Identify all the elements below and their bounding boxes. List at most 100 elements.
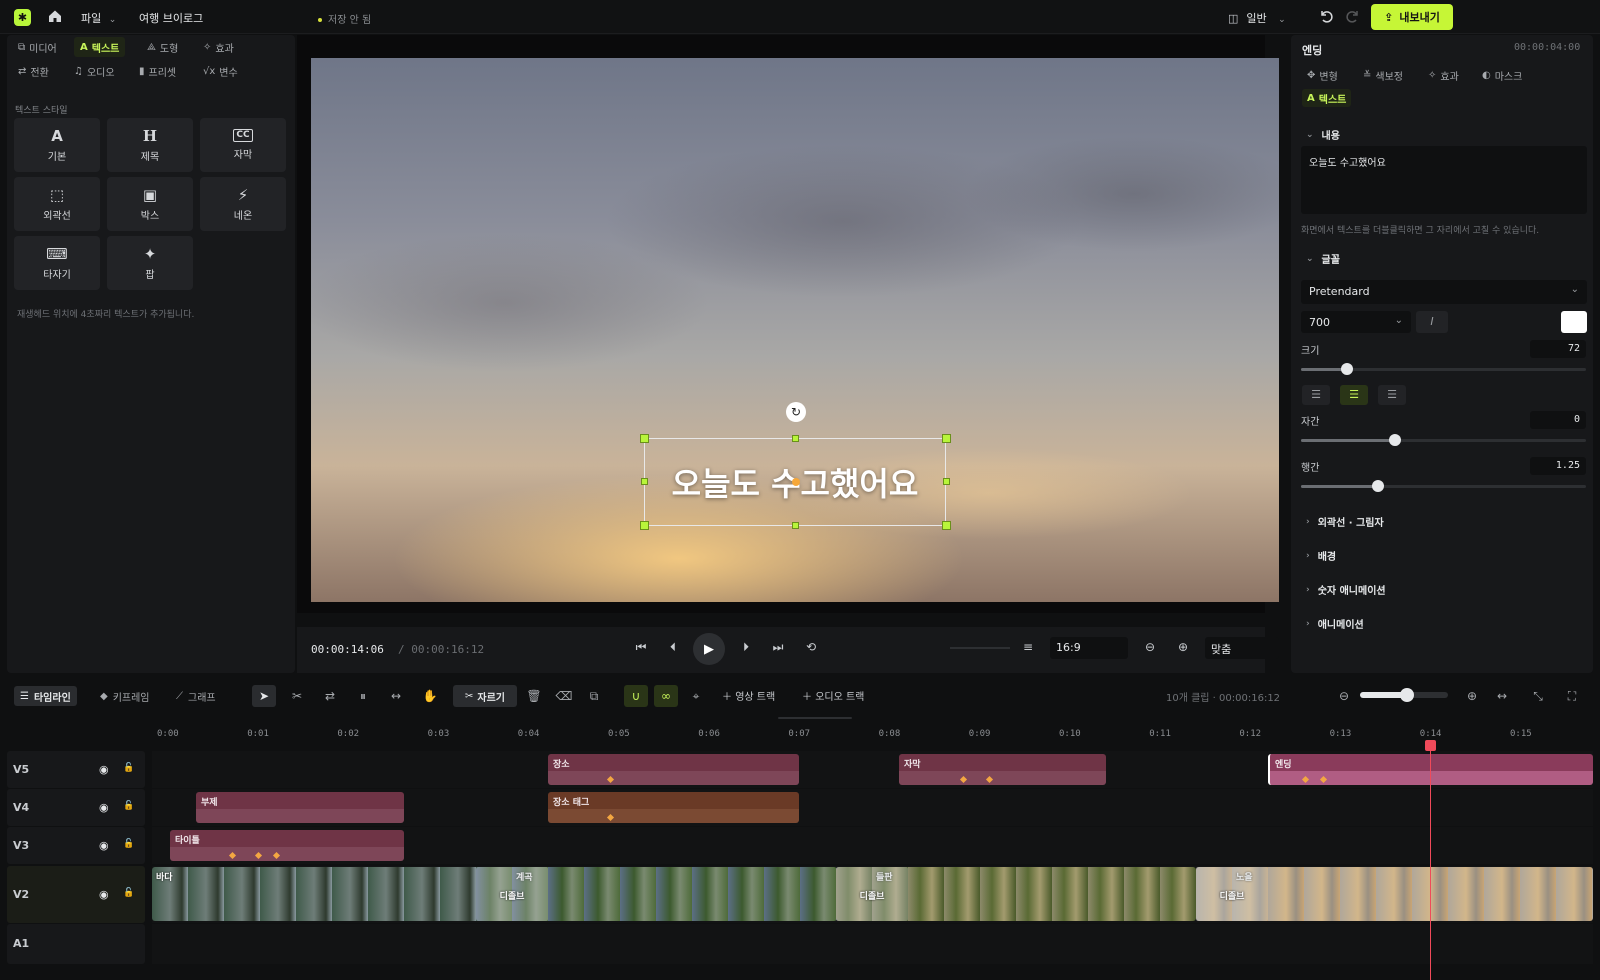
transition-dissolve-1[interactable]: 디졸브 xyxy=(476,867,548,921)
aspect-ratio-select[interactable]: 16:9 xyxy=(1050,637,1128,659)
resize-handle-br[interactable] xyxy=(942,521,951,530)
tab-effect[interactable]: ✧ 효과 xyxy=(197,37,240,57)
razor-tool-icon[interactable]: ✂ xyxy=(285,685,309,707)
content-textarea[interactable]: 오늘도 수고했어요 xyxy=(1301,146,1587,214)
style-neon[interactable]: ⚡ 네온 xyxy=(200,177,286,231)
tracking-input[interactable]: 0 xyxy=(1530,411,1586,429)
tab-audio[interactable]: ♫ 오디오 xyxy=(68,61,121,81)
split-button[interactable]: ✂ 자르기 xyxy=(453,685,517,707)
section-background[interactable]: › 배경 xyxy=(1306,548,1336,564)
lock-icon[interactable]: 🔓 xyxy=(123,839,134,849)
hand-tool-icon[interactable]: ✋ xyxy=(418,685,442,707)
text-color-swatch[interactable] xyxy=(1561,311,1587,333)
lock-icon[interactable]: 🔓 xyxy=(123,801,134,811)
section-number-animation[interactable]: › 숫자 애니메이션 xyxy=(1306,582,1386,598)
panel-resize-handle[interactable] xyxy=(778,717,852,719)
resize-handle-tr[interactable] xyxy=(942,434,951,443)
tracking-slider-knob[interactable] xyxy=(1389,434,1402,446)
timeline-zoom-knob[interactable] xyxy=(1400,688,1414,702)
leading-slider[interactable] xyxy=(1301,480,1586,492)
resize-handle-left[interactable] xyxy=(641,478,648,485)
timeline-zoom-slider[interactable] xyxy=(1360,688,1448,702)
play-button[interactable]: ▶ xyxy=(693,633,725,665)
app-logo[interactable]: ✱ xyxy=(14,9,31,26)
keyframe-icon[interactable] xyxy=(254,851,263,860)
clip-place[interactable]: 장소 xyxy=(548,754,799,785)
fit-width-icon[interactable]: ↔ xyxy=(1490,685,1514,707)
style-pop[interactable]: ✦ 팝 xyxy=(107,236,193,290)
adjust-icon[interactable]: ≡ xyxy=(1018,637,1038,657)
anchor-point-icon[interactable] xyxy=(792,478,800,486)
align-center-button[interactable]: ☰ xyxy=(1340,385,1368,405)
zoom-in-icon[interactable]: ⊕ xyxy=(1173,637,1193,657)
tab-transition[interactable]: ⇄ 전환 xyxy=(12,61,55,81)
playhead-line[interactable] xyxy=(1430,744,1431,980)
trim-tool-icon[interactable]: ⏸ xyxy=(351,685,375,707)
skip-to-start-icon[interactable]: ⏮ xyxy=(631,637,651,657)
transition-dissolve-2[interactable]: 디졸브 xyxy=(836,867,908,921)
resize-handle-bl[interactable] xyxy=(640,521,649,530)
redo-icon[interactable] xyxy=(1345,8,1361,24)
section-content[interactable]: ⌄ 내용 xyxy=(1306,127,1340,143)
add-video-track-button[interactable]: ＋ 영상 트랙 xyxy=(722,688,775,703)
collapse-icon[interactable]: ⤡ xyxy=(1526,685,1550,707)
volume-slider[interactable] xyxy=(950,647,1010,649)
tab-mask[interactable]: ◐ 마스크 xyxy=(1477,66,1527,84)
ripple-tool-icon[interactable]: ↔ xyxy=(384,685,408,707)
clip-place-tag[interactable]: 장소 태그 xyxy=(548,792,799,823)
step-forward-icon[interactable]: ⏵ xyxy=(736,637,756,657)
file-menu[interactable]: 파일 ⌄ xyxy=(81,10,116,26)
tab-graph[interactable]: ⟋ 그래프 xyxy=(170,686,222,706)
style-outline[interactable]: ⬚ 외곽선 xyxy=(14,177,100,231)
transition-dissolve-3[interactable]: 디졸브 xyxy=(1196,867,1268,921)
timeline-zoom-out-icon[interactable]: ⊖ xyxy=(1332,685,1356,707)
keyframe-icon[interactable] xyxy=(959,775,968,784)
layout-selector[interactable]: ◫ 일반 ⌄ xyxy=(1228,10,1286,26)
tab-shape[interactable]: ⟁ 도형 xyxy=(141,37,184,57)
select-tool-icon[interactable]: ➤ xyxy=(252,685,276,707)
magnet-snap-icon[interactable]: ∪ xyxy=(624,685,648,707)
eye-icon[interactable]: ◉ xyxy=(99,763,109,776)
lock-icon[interactable]: 🔓 xyxy=(123,888,134,898)
keyframe-icon[interactable] xyxy=(1301,775,1310,784)
tab-preset[interactable]: ▮ 프리셋 xyxy=(133,61,182,81)
align-left-button[interactable]: ☰ xyxy=(1302,385,1330,405)
duplicate-icon[interactable]: ⧉ xyxy=(582,685,606,707)
slip-tool-icon[interactable]: ⇄ xyxy=(318,685,342,707)
resize-handle-bottom[interactable] xyxy=(792,522,799,529)
font-family-select[interactable]: Pretendard ⌄ xyxy=(1301,280,1587,304)
keyframe-icon[interactable] xyxy=(606,813,615,822)
tab-keyframe[interactable]: ◆ 키프레임 xyxy=(94,686,156,706)
timeline-zoom-in-icon[interactable]: ⊕ xyxy=(1460,685,1484,707)
keyframe-icon[interactable] xyxy=(985,775,994,784)
clip-title[interactable]: 타이틀 xyxy=(170,830,404,861)
keyframe-icon[interactable] xyxy=(228,851,237,860)
fullscreen-icon[interactable]: ⛶ xyxy=(1560,685,1584,707)
loop-icon[interactable]: ⟲ xyxy=(801,637,821,657)
keyframe-icon[interactable] xyxy=(272,851,281,860)
tab-variable[interactable]: √x 변수 xyxy=(197,61,244,81)
style-box[interactable]: ▣ 박스 xyxy=(107,177,193,231)
keyframe-icon[interactable] xyxy=(1319,775,1328,784)
export-button[interactable]: ⇪ 내보내기 xyxy=(1371,4,1453,30)
zoom-out-icon[interactable]: ⊖ xyxy=(1140,637,1160,657)
ripple-delete-icon[interactable]: ⌫ xyxy=(552,685,576,707)
align-right-button[interactable]: ☰ xyxy=(1378,385,1406,405)
track-lane[interactable] xyxy=(152,924,1593,964)
style-subtitle[interactable]: CC 자막 xyxy=(200,118,286,172)
style-basic[interactable]: A 기본 xyxy=(14,118,100,172)
eye-icon[interactable]: ◉ xyxy=(99,888,109,901)
style-typewriter[interactable]: ⌨ 타자기 xyxy=(14,236,100,290)
clip-subtitle[interactable]: 자막 xyxy=(899,754,1106,785)
clip-sub[interactable]: 부제 xyxy=(196,792,404,823)
size-input[interactable]: 72 xyxy=(1530,340,1586,358)
style-heading[interactable]: H 제목 xyxy=(107,118,193,172)
resize-handle-right[interactable] xyxy=(943,478,950,485)
tab-text-inspector[interactable]: A 텍스트 xyxy=(1302,89,1352,107)
add-audio-track-button[interactable]: ＋ 오디오 트랙 xyxy=(802,688,864,703)
tab-timeline[interactable]: ☰ 타임라인 xyxy=(14,686,77,706)
font-weight-select[interactable]: 700 ⌄ xyxy=(1301,311,1411,333)
project-title[interactable]: 여행 브이로그 xyxy=(139,10,203,26)
tracking-slider[interactable] xyxy=(1301,434,1586,446)
section-animation[interactable]: › 애니메이션 xyxy=(1306,616,1364,632)
